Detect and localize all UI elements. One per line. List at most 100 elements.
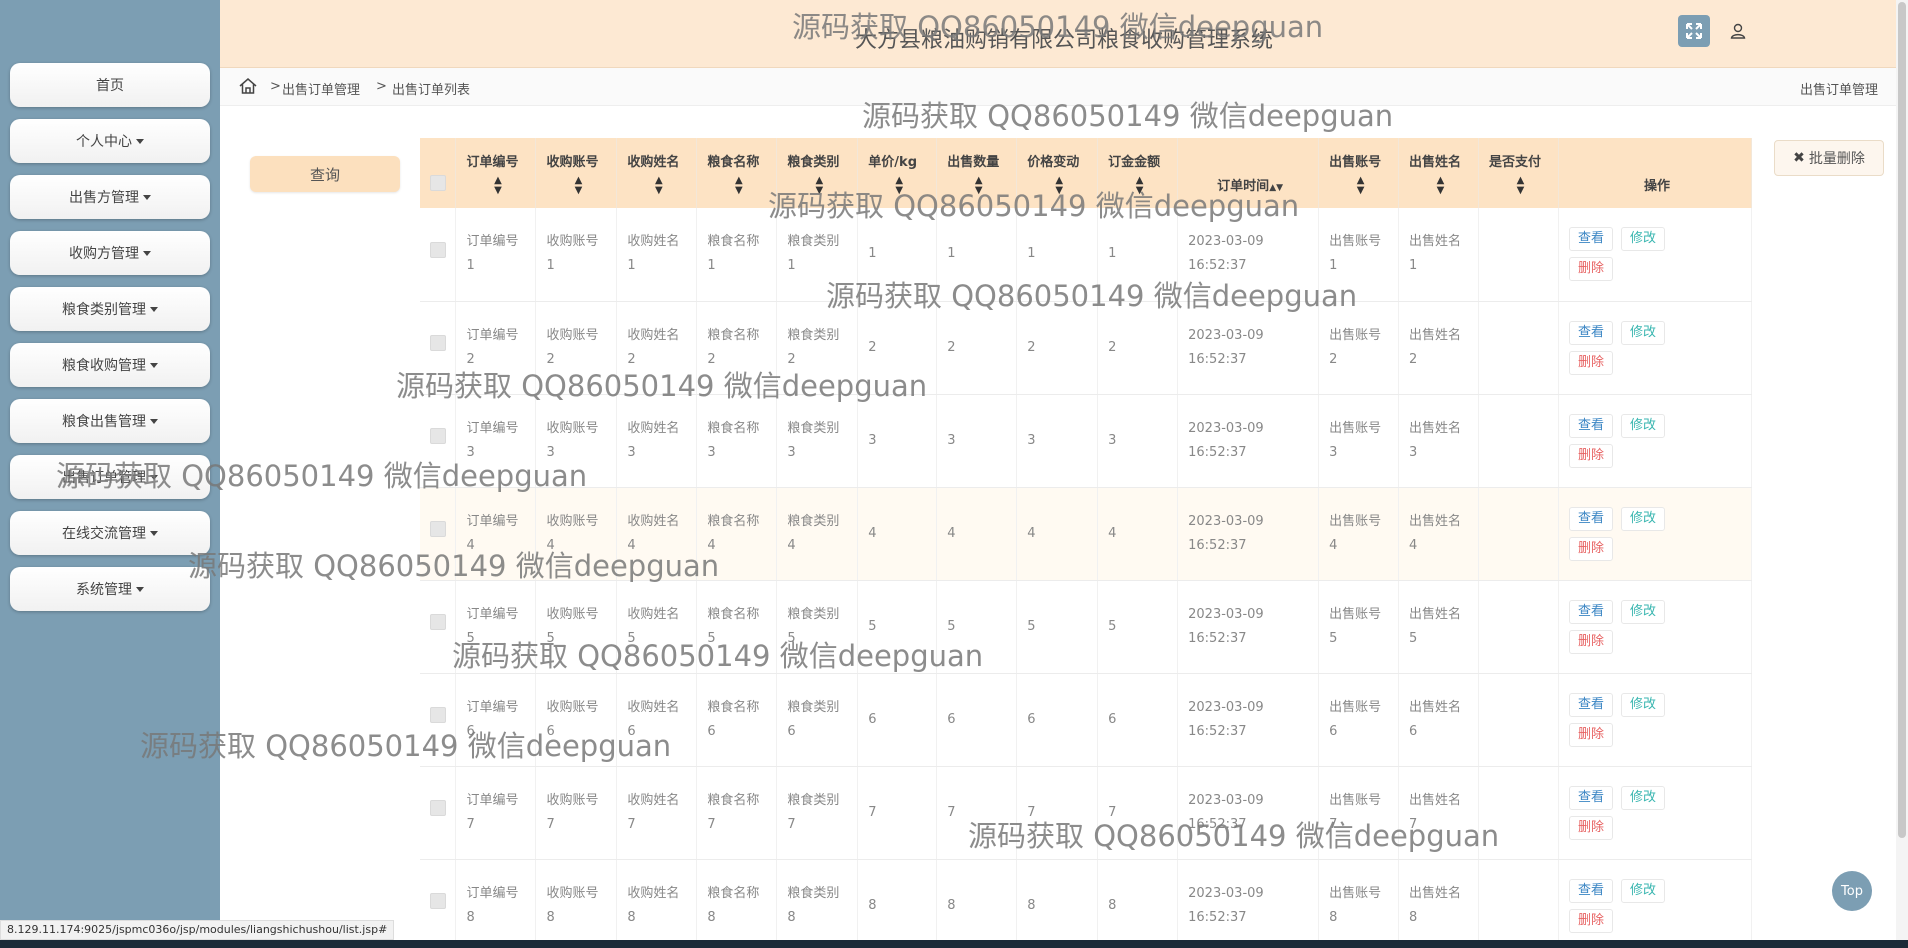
column-header[interactable]: 订单编号 ▲ ▼ (455, 138, 537, 208)
scrollbar-thumb[interactable] (1898, 2, 1906, 838)
row-checkbox[interactable] (430, 521, 446, 537)
sidebar-item-seller-management[interactable]: 出售方管理 (10, 175, 210, 219)
row-checkbox[interactable] (430, 241, 446, 258)
select-all-checkbox[interactable] (430, 175, 446, 191)
batch-delete-button[interactable]: ✖ 批量删除 (1774, 140, 1884, 176)
column-header[interactable]: 单价/kg ▲ ▼ (857, 138, 938, 208)
column-header[interactable]: 出售姓名 ▲ ▼ (1398, 138, 1480, 208)
cell-grain-type: 粮食类别 8 (776, 859, 859, 948)
delete-button[interactable]: 删除 (1568, 815, 1613, 840)
table-row[interactable]: 订单编号 1 收购账号 1 收购姓名 1 粮食名称 1 粮食类别 1 1 1 1 1 2023-03-09 1… (420, 208, 1753, 302)
view-button[interactable]: 查看 (1568, 692, 1613, 717)
cell-order-no: 订单编号 6 (455, 673, 537, 767)
row-checkbox[interactable] (430, 800, 446, 816)
sidebar-item-grain-category[interactable]: 粮食类别管理 (10, 287, 210, 331)
sidebar-item-buyer-management[interactable]: 收购方管理 (10, 231, 210, 275)
breadcrumb-separator: > (376, 79, 387, 94)
sort-icon: ▲▼ (974, 174, 983, 196)
column-header[interactable]: 粮食名称 ▲ ▼ (696, 138, 778, 208)
table-row[interactable]: 订单编号 7 收购账号 7 收购姓名 7 粮食名称 7 粮食类别 7 7 7 7 7 2023-03-09 1… (420, 766, 1753, 860)
home-icon[interactable] (238, 77, 258, 99)
sidebar-item-system[interactable]: 系统管理 (10, 567, 210, 611)
column-header[interactable]: 收购姓名 ▲ ▼ (616, 138, 698, 208)
cell-quantity: 1 (936, 208, 1018, 302)
column-header[interactable]: 订金金额 ▲ ▼ (1097, 138, 1179, 208)
row-checkbox[interactable] (430, 707, 446, 723)
sort-icon: ▲▼ (815, 174, 824, 196)
delete-button[interactable]: 删除 (1568, 443, 1613, 468)
cell-price-change: 2 (1016, 301, 1099, 395)
cell-order-no: 订单编号 5 (455, 580, 537, 674)
view-button[interactable]: 查看 (1568, 413, 1613, 438)
fullscreen-button[interactable] (1678, 15, 1710, 47)
delete-button[interactable]: 删除 (1568, 350, 1613, 375)
breadcrumb: > 出售订单管理 > 出售订单列表 出售订单管理 (220, 68, 1908, 106)
user-button[interactable] (1722, 15, 1754, 47)
sort-icon: ▲▼ (1269, 182, 1284, 193)
table-row[interactable]: 订单编号 3 收购账号 3 收购姓名 3 粮食名称 3 粮食类别 3 3 3 3 3 2023-03-09 1… (420, 394, 1753, 488)
app-title: 大方县粮油购销有限公司粮食收购管理系统 (854, 28, 1273, 53)
row-checkbox[interactable] (430, 614, 446, 630)
sidebar-item-sale-orders[interactable]: 出售订单管理 (10, 455, 210, 499)
view-button[interactable]: 查看 (1568, 320, 1613, 345)
breadcrumb-item[interactable]: 出售订单管理 (282, 79, 360, 98)
delete-button[interactable]: 删除 (1568, 722, 1613, 747)
sidebar-item-grain-purchase[interactable]: 粮食收购管理 (10, 343, 210, 387)
column-header[interactable]: 收购账号 ▲ ▼ (535, 138, 618, 208)
delete-button[interactable]: 删除 (1568, 257, 1613, 282)
row-checkbox[interactable] (430, 428, 446, 444)
cell-seller-name: 出售姓名 8 (1398, 859, 1480, 948)
table-row[interactable]: 订单编号 6 收购账号 6 收购姓名 6 粮食名称 6 粮食类别 6 6 6 6 6 2023-03-09 1… (420, 673, 1753, 767)
query-button[interactable]: 查询 (250, 156, 400, 192)
back-to-top-button[interactable]: Top (1832, 871, 1872, 911)
edit-button[interactable]: 修改 (1620, 878, 1665, 903)
taskbar (0, 940, 1908, 948)
sidebar-item-grain-sale[interactable]: 粮食出售管理 (10, 399, 210, 443)
cell-buyer-account: 收购账号 4 (535, 487, 618, 581)
edit-button[interactable]: 修改 (1620, 599, 1665, 624)
caret-down-icon (150, 474, 158, 480)
delete-button[interactable]: 删除 (1568, 629, 1613, 654)
cell-deposit: 5 (1097, 580, 1179, 674)
delete-button[interactable]: 删除 (1568, 908, 1613, 933)
breadcrumb-item[interactable]: 出售订单列表 (392, 79, 470, 98)
sort-icon: ▲▼ (494, 174, 502, 196)
cell-seller-account: 出售账号 6 (1318, 673, 1400, 767)
delete-button[interactable]: 删除 (1568, 536, 1613, 561)
edit-button[interactable]: 修改 (1620, 785, 1665, 810)
edit-button[interactable]: 修改 (1620, 227, 1665, 252)
cell-unit-price: 7 (857, 766, 938, 860)
table-row[interactable]: 订单编号 8 收购账号 8 收购姓名 8 粮食名称 8 粮食类别 8 8 8 8 8 2023-03-09 1… (420, 859, 1753, 948)
table-row[interactable]: 订单编号 2 收购账号 2 收购姓名 2 粮食名称 2 粮食类别 2 2 2 2 2 2023-03-09 1… (420, 301, 1753, 395)
cell-unit-price: 3 (857, 394, 938, 488)
sidebar-item-online-chat[interactable]: 在线交流管理 (10, 511, 210, 555)
sidebar-item-home[interactable]: 首页 (10, 63, 210, 107)
column-header[interactable]: 粮食类别 ▲ ▼ (776, 138, 859, 208)
view-button[interactable]: 查看 (1568, 227, 1613, 252)
column-header[interactable]: 是否支付 ▲ ▼ (1478, 138, 1559, 208)
edit-button[interactable]: 修改 (1620, 692, 1665, 717)
cell-quantity: 3 (936, 394, 1018, 488)
column-header[interactable]: 出售账号 ▲ ▼ (1318, 138, 1400, 208)
caret-down-icon (150, 306, 158, 312)
cell-seller-account: 出售账号 5 (1318, 580, 1400, 674)
column-header[interactable]: 出售数量 ▲ ▼ (936, 138, 1018, 208)
row-checkbox[interactable] (430, 893, 446, 909)
edit-button[interactable]: 修改 (1620, 506, 1665, 531)
view-button[interactable]: 查看 (1568, 506, 1613, 531)
cell-price-change: 1 (1016, 208, 1099, 302)
sidebar-item-personal-center[interactable]: 个人中心 (10, 119, 210, 163)
cell-actions: 查看 修改 删除 (1558, 766, 1753, 860)
edit-button[interactable]: 修改 (1620, 320, 1665, 345)
view-button[interactable]: 查看 (1568, 785, 1613, 810)
view-button[interactable]: 查看 (1568, 599, 1613, 624)
column-header[interactable]: 价格变动 ▲ ▼ (1016, 138, 1099, 208)
row-checkbox[interactable] (430, 335, 446, 351)
cell-buyer-name: 收购姓名 8 (616, 859, 698, 948)
table-row[interactable]: 订单编号 5 收购账号 5 收购姓名 5 粮食名称 5 粮食类别 5 5 5 5 5 2023-03-09 1… (420, 580, 1753, 674)
view-button[interactable]: 查看 (1568, 878, 1613, 903)
cell-buyer-name: 收购姓名 7 (616, 766, 698, 860)
table-row[interactable]: 订单编号 4 收购账号 4 收购姓名 4 粮食名称 4 粮食类别 4 4 4 4 4 2023-03-09 1… (420, 487, 1753, 581)
edit-button[interactable]: 修改 (1620, 413, 1665, 438)
column-header[interactable]: 订单时间▲▼ (1177, 138, 1320, 208)
